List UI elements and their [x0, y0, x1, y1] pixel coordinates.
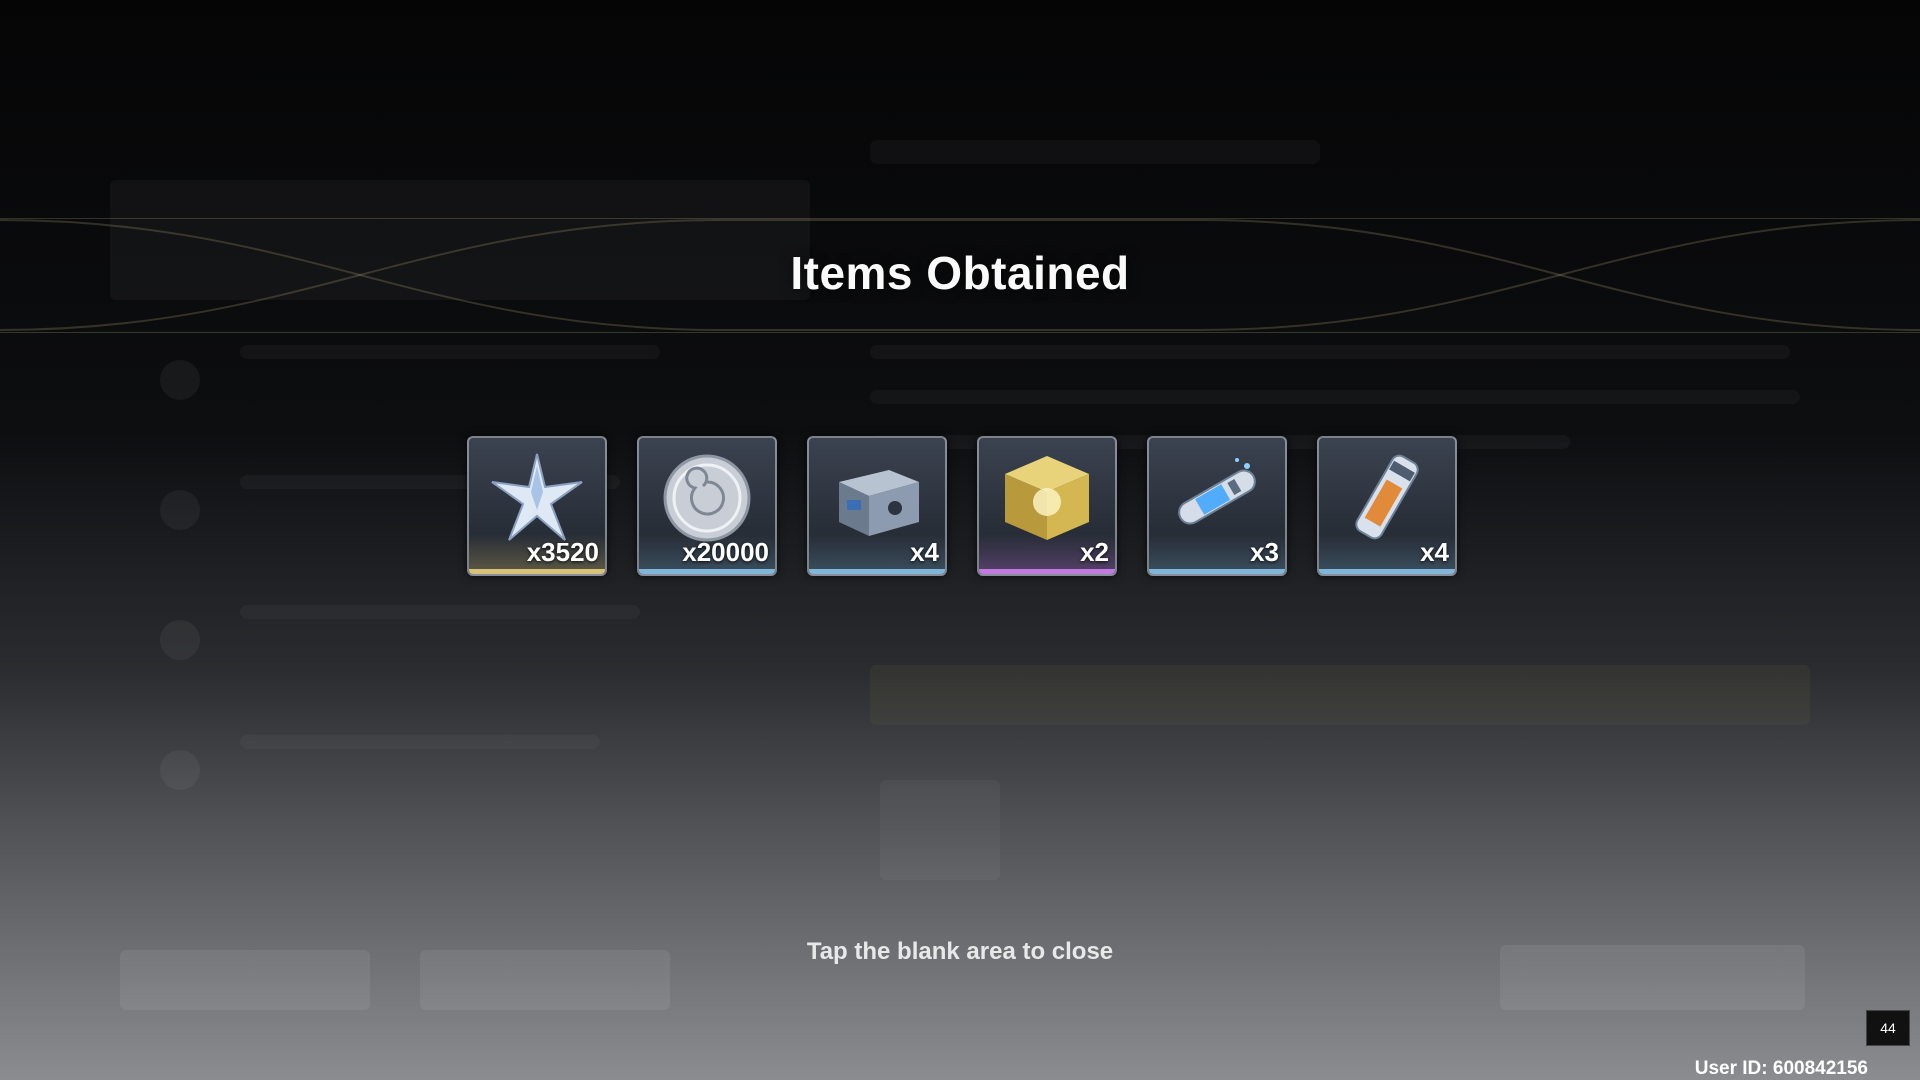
background-app: [0, 0, 1920, 1080]
item-quantity: x2: [1080, 537, 1109, 567]
reward-item[interactable]: x2: [977, 436, 1117, 576]
rarity-bar: [1319, 569, 1455, 574]
rarity-bar: [809, 569, 945, 574]
background-text: [240, 605, 640, 619]
user-id-label: User ID: 600842156: [1694, 1058, 1868, 1079]
reward-item[interactable]: x20000: [637, 436, 777, 576]
item-quantity: x4: [910, 537, 939, 567]
background-heading: [870, 140, 1320, 164]
supply-crate-icon: [839, 470, 919, 536]
background-text: [870, 345, 1790, 359]
reward-item[interactable]: x4: [807, 436, 947, 576]
item-quantity: x4: [1420, 537, 1449, 567]
background-banner: [870, 665, 1810, 725]
background-text: [240, 735, 600, 749]
fps-counter: 44: [1866, 1010, 1910, 1046]
background-checkbox: [880, 780, 1000, 880]
fuel-vial-icon: [1355, 454, 1419, 540]
golden-cube-icon: [1005, 456, 1089, 540]
background-icon: [160, 750, 200, 790]
background-icon: [160, 360, 200, 400]
rarity-bar: [639, 569, 775, 574]
rarity-bar: [979, 569, 1115, 574]
background-icon: [160, 620, 200, 660]
item-quantity: x3: [1250, 537, 1279, 567]
reward-item[interactable]: x3520: [467, 436, 607, 576]
item-quantity: x3520: [526, 537, 599, 567]
item-quantity: x20000: [682, 537, 769, 567]
silver-coin-icon: [663, 454, 751, 542]
reward-item[interactable]: x3: [1147, 436, 1287, 576]
close-hint[interactable]: Tap the blank area to close: [0, 938, 1920, 966]
dialog-title: Items Obtained: [790, 247, 1130, 299]
background-icon: [160, 490, 200, 530]
reward-item[interactable]: x4: [1317, 436, 1457, 576]
rarity-bar: [1149, 569, 1285, 574]
background-text: [870, 390, 1800, 404]
star-crystal-icon: [491, 453, 583, 541]
background-text: [240, 345, 660, 359]
rarity-bar: [469, 569, 605, 574]
energy-capsule-icon: [1178, 458, 1256, 525]
